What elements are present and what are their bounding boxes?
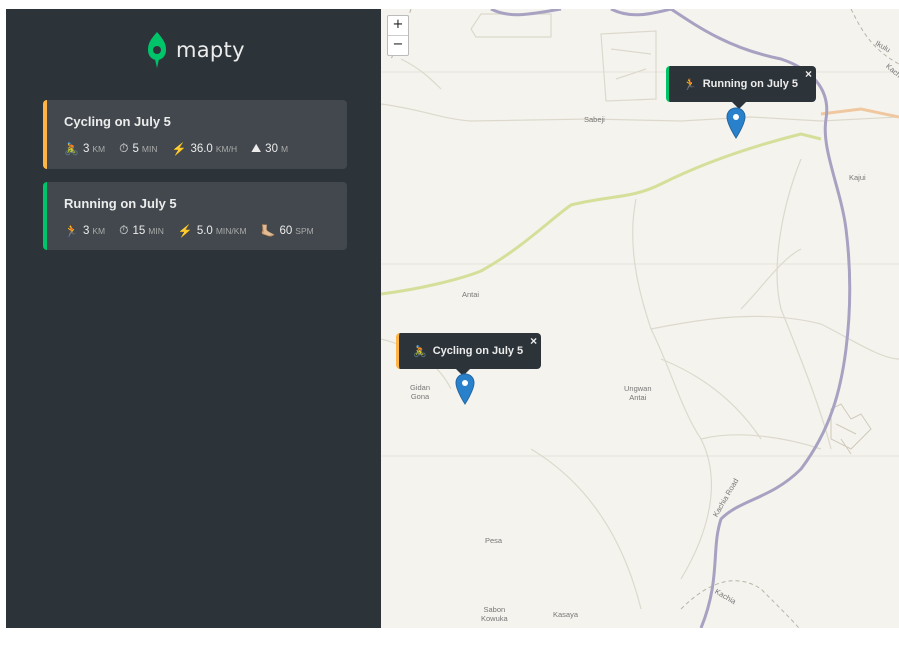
app-name: mapty (176, 38, 245, 62)
distance-detail: 🚴 3 km (64, 141, 106, 156)
popup-label: Running on July 5 (702, 78, 799, 90)
map-label: Ungwan Antai (624, 384, 652, 402)
workout-title: Running on July 5 (64, 196, 177, 211)
bicycle-icon: 🚴 (413, 345, 427, 358)
popup-cycling[interactable]: 🚴 Cycling on July 5 × (396, 333, 542, 376)
map-label: Pesa (485, 536, 503, 545)
sidebar: mapty Cycling on July 5 🚴 3 km ⏱ 5 min ⚡… (6, 9, 381, 628)
workout-card-cycling[interactable]: Cycling on July 5 🚴 3 km ⏱ 5 min ⚡️ 36.0… (43, 100, 347, 169)
map-label: Sabeji (584, 115, 605, 124)
map[interactable]: + − Sabeji Kajui Antai Gidan Gona Ungwan… (381, 9, 899, 628)
popup-label: Cycling on July 5 (432, 345, 524, 357)
map-label: Sabon Kowuka (481, 605, 508, 623)
speed-detail: ⚡️ 36.0 km/h (171, 141, 238, 156)
zoom-out-button[interactable]: − (388, 36, 408, 55)
stopwatch-icon: ⏱ (119, 141, 129, 155)
app: mapty Cycling on July 5 🚴 3 km ⏱ 5 min ⚡… (6, 9, 899, 628)
workout-title: Cycling on July 5 (64, 114, 171, 129)
mountain-icon: ⛰ (251, 141, 262, 155)
map-tiles[interactable] (381, 9, 899, 628)
pace-detail: ⚡️ 5.0 min/km (177, 223, 247, 238)
lightning-icon: ⚡️ (177, 223, 193, 238)
elevation-detail: ⛰ 30 m (251, 141, 289, 155)
workout-details: 🏃 3 km ⏱ 15 min ⚡️ 5.0 min/km 🦶🏼 60 (64, 223, 328, 238)
lightning-icon: ⚡️ (171, 141, 187, 156)
duration-detail: ⏱ 5 min (119, 141, 158, 155)
map-marker-icon[interactable] (726, 107, 746, 139)
popup-running[interactable]: 🏃 Running on July 5 × (666, 66, 817, 109)
map-label: Kasaya (553, 610, 579, 619)
map-marker-icon[interactable] (455, 373, 475, 405)
close-icon[interactable]: × (530, 334, 537, 348)
workout-card-running[interactable]: Running on July 5 🏃 3 km ⏱ 15 min ⚡️ 5.0… (43, 182, 347, 250)
zoom-control: + − (387, 15, 409, 56)
runner-icon: 🏃 (64, 223, 79, 238)
map-label: Kajui (849, 173, 866, 182)
runner-icon: 🏃 (683, 78, 697, 91)
map-label: Gidan Gona (410, 383, 431, 401)
zoom-in-button[interactable]: + (388, 16, 408, 36)
bicycle-icon: 🚴 (64, 141, 79, 156)
logo: mapty (146, 30, 245, 70)
close-icon[interactable]: × (805, 67, 812, 81)
map-pin-logo-icon (148, 32, 166, 68)
distance-detail: 🏃 3 km (64, 223, 106, 238)
stopwatch-icon: ⏱ (119, 223, 129, 237)
duration-detail: ⏱ 15 min (119, 223, 164, 237)
cadence-detail: 🦶🏼 60 spm (260, 223, 314, 238)
map-label: Antai (462, 290, 480, 299)
workout-details: 🚴 3 km ⏱ 5 min ⚡️ 36.0 km/h ⛰ 30 m (64, 141, 302, 156)
foot-icon: 🦶🏼 (260, 223, 276, 238)
